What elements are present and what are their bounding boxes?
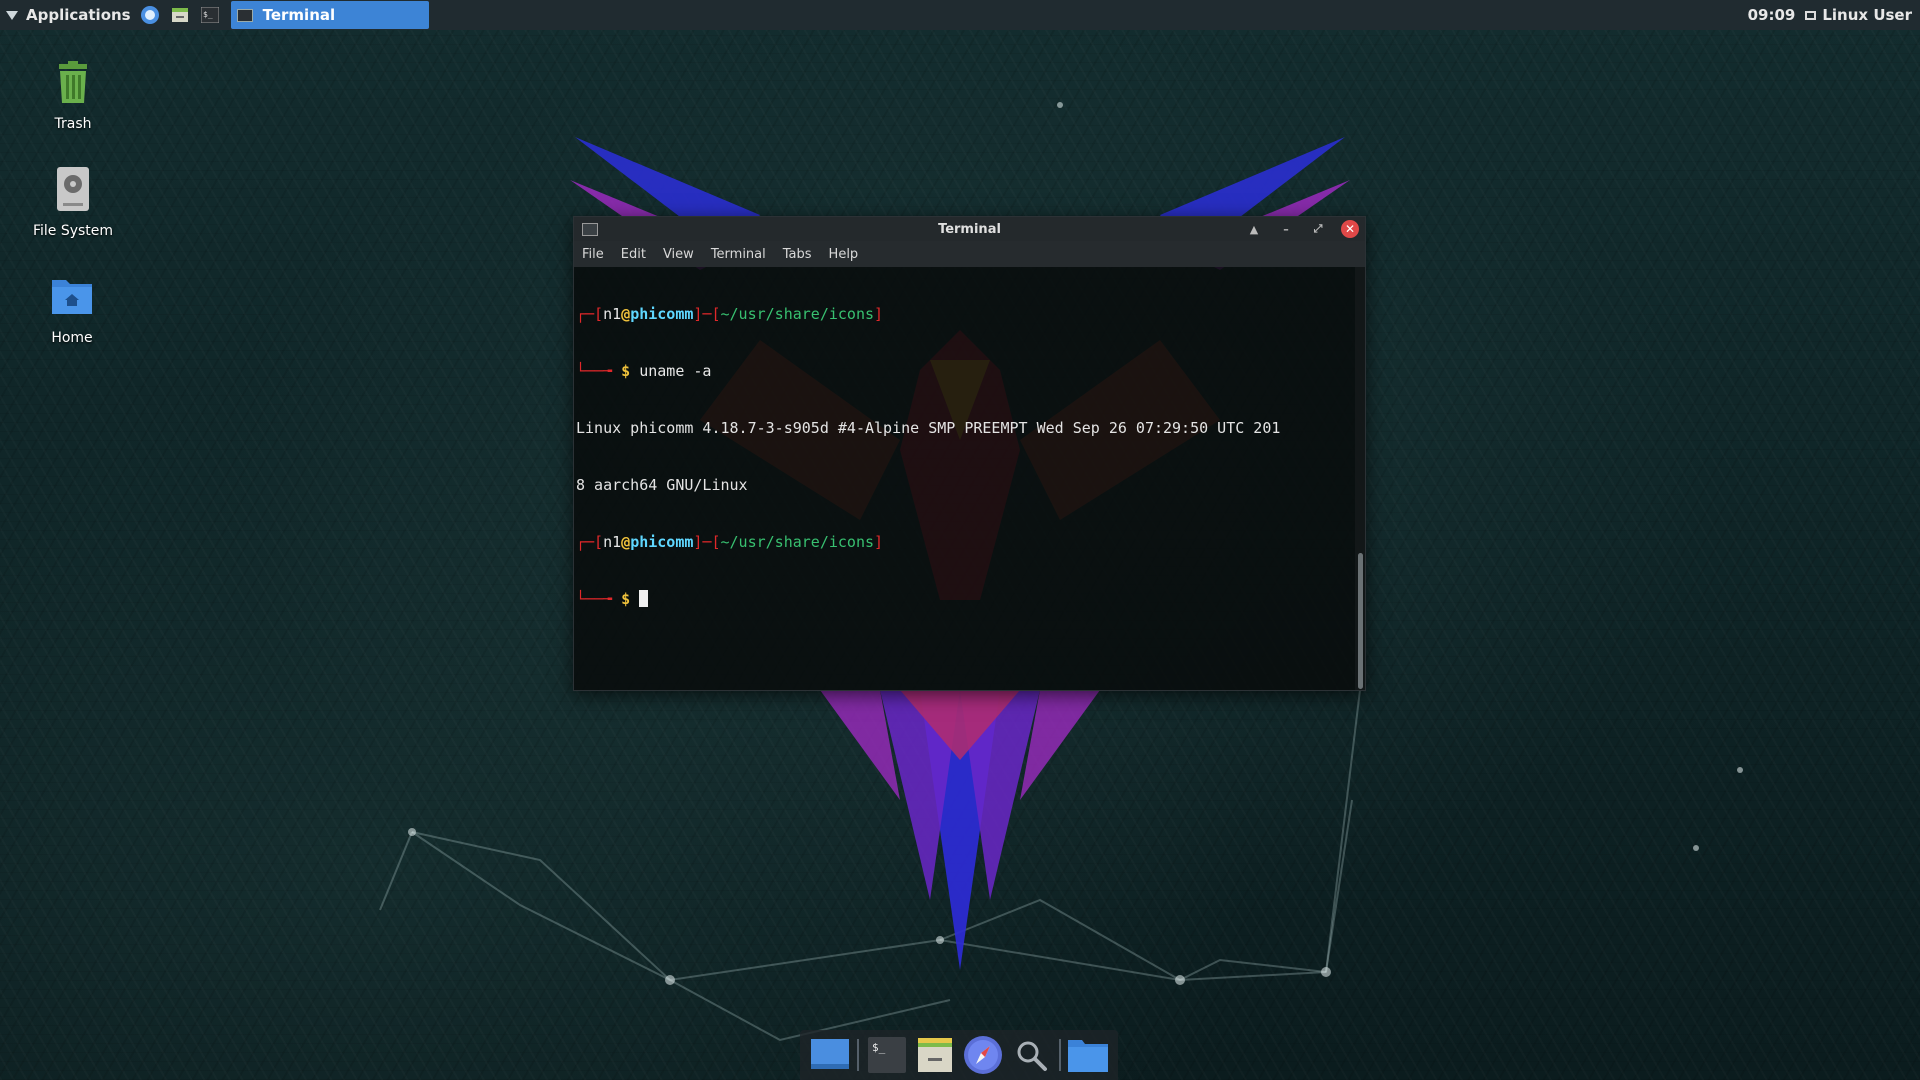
panel-status-area: 09:09 Linux User [1748, 6, 1920, 24]
prompt-at: @ [621, 533, 631, 551]
prompt-path: ~/usr/share/icons [720, 533, 875, 551]
applications-menu[interactable]: Applications [0, 0, 131, 30]
taskbar-button-terminal[interactable]: Terminal [230, 1, 429, 29]
prompt-bracket: ┌─[ [576, 533, 604, 551]
folder-icon [1067, 1040, 1108, 1072]
desktop-icon [811, 1039, 850, 1069]
prompt-at: @ [621, 305, 631, 323]
trash-icon [59, 61, 87, 103]
prompt-path: ~/usr/share/icons [720, 305, 875, 323]
file-manager-icon [171, 8, 188, 22]
scrollbar[interactable] [1355, 267, 1365, 690]
prompt-dollar: $ [621, 590, 631, 608]
command-text: uname -a [630, 362, 712, 380]
menu-view[interactable]: View [663, 247, 694, 262]
menubar: File Edit View Terminal Tabs Help [574, 241, 1365, 267]
prompt-bracket: ┌─[ [576, 305, 604, 323]
menu-edit[interactable]: Edit [621, 247, 646, 262]
menu-terminal[interactable]: Terminal [711, 247, 766, 262]
shade-button[interactable]: ▲ [1245, 220, 1263, 238]
user-session-icon [1805, 10, 1817, 20]
terminal-output[interactable]: ┌─[n1@phicomm]─[~/usr/share/icons] └──╼ … [574, 267, 1355, 690]
terminal-icon: $_ [867, 1037, 906, 1073]
dock-item-terminal[interactable]: $_ [866, 1034, 908, 1076]
browser-icon [140, 6, 159, 24]
menu-file[interactable]: File [582, 247, 604, 262]
file-manager-launcher[interactable] [169, 4, 191, 26]
output-line: 8 aarch64 GNU/Linux [576, 476, 748, 494]
prompt-bracket: ] [874, 533, 884, 551]
taskbar-button-label: Terminal [262, 6, 336, 24]
terminal-launcher[interactable]: $_ [199, 4, 221, 26]
maximize-button[interactable]: ⤢ [1309, 220, 1327, 238]
prompt-separator: ]─[ [693, 305, 721, 323]
applications-label: Applications [26, 6, 131, 24]
prompt-user: n1 [603, 305, 622, 323]
prompt-bracket: ] [874, 305, 884, 323]
desktop-icon-label: Home [51, 330, 93, 346]
menu-tabs[interactable]: Tabs [783, 247, 812, 262]
prompt-line: ┌─[n1@phicomm]─[~/usr/share/icons] [576, 533, 1355, 552]
prompt-user: n1 [603, 533, 622, 551]
window-controls: ▲ – ⤢ ✕ [1231, 220, 1359, 238]
search-icon [1017, 1041, 1048, 1071]
desktop-icon-label: File System [32, 223, 114, 239]
dock: $_ [800, 1030, 1118, 1080]
dock-separator [857, 1039, 860, 1071]
user-menu[interactable]: Linux User [1822, 6, 1912, 24]
prompt-separator: ]─[ [693, 533, 721, 551]
desktop-icon-home[interactable]: Home [12, 272, 132, 346]
svg-text:$_: $_ [203, 10, 213, 19]
home-folder-icon [52, 280, 92, 314]
dock-separator [1058, 1039, 1061, 1071]
file-manager-icon [917, 1038, 952, 1072]
web-browser-icon [964, 1036, 1003, 1074]
menu-triangle-icon [6, 10, 18, 20]
clock[interactable]: 09:09 [1748, 6, 1796, 24]
terminal-icon: $_ [200, 7, 219, 23]
top-panel: Applications $_ Terminal 09:09 Linux Use… [0, 0, 1920, 30]
scrollbar-thumb[interactable] [1358, 553, 1363, 689]
dock-item-search[interactable] [1010, 1034, 1052, 1076]
minimize-button[interactable]: – [1277, 220, 1295, 238]
menu-help[interactable]: Help [829, 247, 859, 262]
dock-item-web-browser[interactable] [962, 1034, 1004, 1076]
command-line: └──╼ $ [576, 590, 1355, 609]
terminal-window: Terminal ▲ – ⤢ ✕ File Edit View Terminal… [573, 216, 1366, 691]
prompt-line: ┌─[n1@phicomm]─[~/usr/share/icons] [576, 305, 1355, 324]
dock-item-home-folder[interactable] [1067, 1034, 1109, 1076]
web-browser-launcher[interactable] [139, 4, 161, 26]
desktop-icon-label: Trash [54, 116, 92, 132]
desktop-icon-file-system[interactable]: File System [13, 165, 133, 239]
desktop-icon-trash[interactable]: Trash [13, 58, 133, 132]
dock-item-file-manager[interactable] [914, 1034, 956, 1076]
prompt-host: phicomm [630, 533, 694, 551]
text-cursor [639, 590, 649, 607]
prompt-arrow: └──╼ [576, 362, 622, 380]
window-titlebar[interactable]: Terminal ▲ – ⤢ ✕ [574, 217, 1365, 241]
drive-icon [57, 167, 89, 211]
svg-text:$_: $_ [872, 1041, 886, 1054]
output-line: Linux phicomm 4.18.7-3-s905d #4-Alpine S… [576, 419, 1281, 437]
close-button[interactable]: ✕ [1341, 220, 1359, 238]
terminal-icon [236, 8, 253, 22]
dock-item-show-desktop[interactable] [809, 1034, 851, 1076]
command-line: └──╼ $ uname -a [576, 362, 1355, 381]
prompt-dollar: $ [621, 362, 631, 380]
prompt-host: phicomm [630, 305, 694, 323]
prompt-arrow: └──╼ [576, 590, 622, 608]
